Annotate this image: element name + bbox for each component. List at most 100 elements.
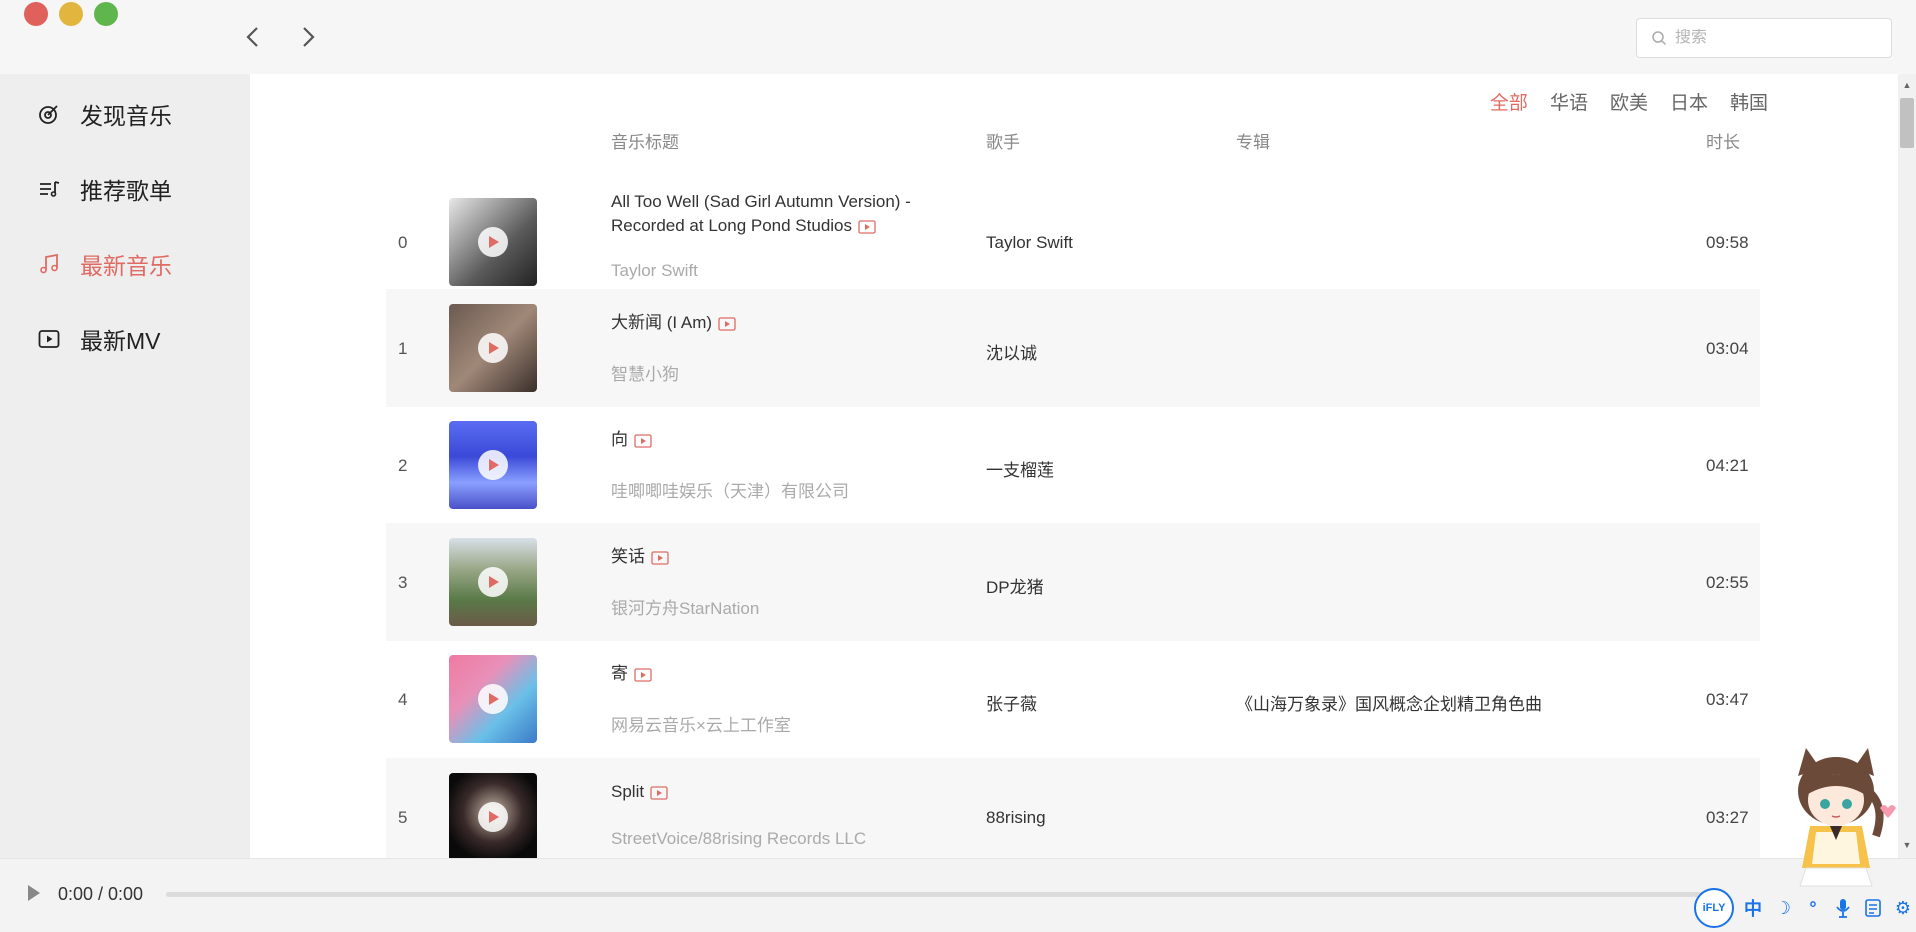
sidebar-item-label: 最新音乐 bbox=[80, 253, 172, 279]
album-cover[interactable] bbox=[449, 421, 537, 509]
back-button[interactable] bbox=[237, 22, 267, 52]
song-title[interactable]: Split bbox=[611, 780, 951, 804]
title-bar bbox=[0, 0, 1916, 74]
sidebar-item-new-music[interactable]: 最新音乐 bbox=[36, 244, 172, 284]
sidebar-item-label: 推荐歌单 bbox=[80, 178, 172, 204]
mv-icon[interactable] bbox=[718, 316, 736, 331]
search-input[interactable] bbox=[1675, 29, 1875, 47]
sidebar-item-playlists[interactable]: 推荐歌单 bbox=[36, 169, 172, 209]
sidebar-item-label: 发现音乐 bbox=[80, 103, 172, 129]
mv-icon[interactable] bbox=[650, 785, 668, 800]
filter-all[interactable]: 全部 bbox=[1490, 88, 1528, 115]
region-filter: 全部 华语 欧美 日本 韩国 bbox=[1490, 88, 1768, 115]
song-index: 0 bbox=[398, 233, 408, 252]
sidebar-item-label: 最新MV bbox=[80, 328, 161, 354]
song-index: 3 bbox=[398, 573, 408, 592]
song-subtitle: Taylor Swift bbox=[611, 261, 698, 280]
mv-icon[interactable] bbox=[634, 667, 652, 682]
song-artist[interactable]: DP龙猪 bbox=[986, 573, 1044, 598]
song-title[interactable]: 寄 bbox=[611, 662, 951, 686]
search-icon bbox=[1652, 31, 1667, 46]
song-album[interactable]: 《山海万象录》国风概念企划精卫角色曲 bbox=[1236, 690, 1542, 715]
song-subtitle: 哇唧唧哇娱乐（天津）有限公司 bbox=[611, 482, 849, 501]
album-cover[interactable] bbox=[449, 304, 537, 392]
album-cover[interactable] bbox=[449, 655, 537, 743]
song-subtitle: 智慧小狗 bbox=[611, 365, 679, 384]
song-title-text: 向 bbox=[611, 430, 628, 449]
playlist-icon bbox=[36, 176, 62, 202]
moon-icon[interactable]: ☽ bbox=[1772, 897, 1794, 919]
mascot-character[interactable] bbox=[1776, 736, 1896, 896]
scroll-down-arrow-icon[interactable]: ▼ bbox=[1902, 840, 1912, 850]
song-artist[interactable]: 沈以诚 bbox=[986, 339, 1037, 364]
song-title-text: Split bbox=[611, 782, 645, 801]
song-row[interactable]: 2 向 哇唧唧哇娱乐（天津）有限公司 一支榴莲 04:21 bbox=[386, 406, 1760, 524]
song-duration: 03:47 bbox=[1706, 690, 1749, 709]
play-button[interactable] bbox=[26, 883, 46, 907]
maximize-window-button[interactable] bbox=[94, 2, 118, 26]
song-artist[interactable]: Taylor Swift bbox=[986, 233, 1073, 253]
song-artist[interactable]: 88rising bbox=[986, 808, 1046, 828]
column-header-album: 专辑 bbox=[1236, 133, 1270, 152]
song-row[interactable]: 0 All Too Well (Sad Girl Autumn Version)… bbox=[386, 183, 1760, 301]
song-duration: 03:27 bbox=[1706, 808, 1749, 827]
song-title[interactable]: 大新闻 (I Am) bbox=[611, 311, 951, 335]
mv-icon[interactable] bbox=[651, 550, 669, 565]
song-title[interactable]: All Too Well (Sad Girl Autumn Version) -… bbox=[611, 190, 951, 238]
audio-player: 0:00 / 0:00 bbox=[0, 858, 1916, 932]
song-index: 5 bbox=[398, 808, 408, 827]
punctuation-icon[interactable]: ° bbox=[1802, 897, 1824, 919]
filter-korea[interactable]: 韩国 bbox=[1730, 88, 1768, 115]
song-title[interactable]: 笑话 bbox=[611, 545, 951, 569]
song-row[interactable]: 5 Split StreetVoice/88rising Records LLC… bbox=[386, 758, 1760, 858]
sidebar-item-discover[interactable]: 发现音乐 bbox=[36, 94, 172, 134]
song-duration: 03:04 bbox=[1706, 339, 1749, 358]
filter-chinese[interactable]: 华语 bbox=[1550, 88, 1588, 115]
ime-logo[interactable]: iFLY bbox=[1694, 888, 1734, 928]
song-subtitle: StreetVoice/88rising Records LLC bbox=[611, 829, 867, 848]
main-content: 全部 华语 欧美 日本 韩国 音乐标题 歌手 专辑 时长 0 All Too W… bbox=[250, 74, 1900, 858]
play-overlay-icon bbox=[478, 227, 508, 257]
song-row[interactable]: 3 笑话 银河方舟StarNation DP龙猪 02:55 bbox=[386, 523, 1760, 641]
minimize-window-button[interactable] bbox=[59, 2, 83, 26]
forward-button[interactable] bbox=[294, 22, 324, 52]
play-icon bbox=[28, 885, 40, 901]
album-cover[interactable] bbox=[449, 773, 537, 858]
song-artist[interactable]: 一支榴莲 bbox=[986, 456, 1054, 481]
sidebar: 发现音乐 推荐歌单 最新音乐 最新MV bbox=[0, 74, 250, 858]
sidebar-item-new-mv[interactable]: 最新MV bbox=[36, 319, 161, 359]
play-overlay-icon bbox=[478, 684, 508, 714]
filter-western[interactable]: 欧美 bbox=[1610, 88, 1648, 115]
song-row[interactable]: 1 大新闻 (I Am) 智慧小狗 沈以诚 03:04 bbox=[386, 289, 1760, 407]
progress-bar[interactable] bbox=[166, 892, 1726, 897]
keyboard-icon[interactable] bbox=[1862, 897, 1884, 919]
music-note-icon bbox=[36, 251, 62, 277]
vertical-scrollbar[interactable]: ▲ ▼ bbox=[1898, 74, 1916, 858]
microphone-icon[interactable] bbox=[1832, 897, 1854, 919]
song-index: 4 bbox=[398, 690, 408, 709]
gear-icon[interactable]: ⚙ bbox=[1892, 897, 1914, 919]
scroll-up-arrow-icon[interactable]: ▲ bbox=[1902, 80, 1912, 90]
album-cover[interactable] bbox=[449, 198, 537, 286]
song-title-text: 笑话 bbox=[611, 547, 645, 566]
close-window-button[interactable] bbox=[24, 2, 48, 26]
chevron-right-icon bbox=[303, 27, 315, 47]
song-duration: 02:55 bbox=[1706, 573, 1749, 592]
ime-toolbar: iFLY 中 ☽ ° ⚙ bbox=[1690, 888, 1916, 928]
song-index: 2 bbox=[398, 456, 408, 475]
album-cover[interactable] bbox=[449, 538, 537, 626]
song-row[interactable]: 4 寄 网易云音乐×云上工作室 张子薇 《山海万象录》国风概念企划精卫角色曲 0… bbox=[386, 640, 1760, 758]
column-header-duration: 时长 bbox=[1706, 133, 1740, 152]
song-title[interactable]: 向 bbox=[611, 428, 951, 452]
target-icon bbox=[36, 101, 62, 127]
song-artist[interactable]: 张子薇 bbox=[986, 690, 1037, 715]
play-overlay-icon bbox=[478, 802, 508, 832]
filter-japan[interactable]: 日本 bbox=[1670, 88, 1708, 115]
scrollbar-thumb[interactable] bbox=[1900, 98, 1914, 148]
ime-mode-toggle[interactable]: 中 bbox=[1742, 897, 1764, 919]
chevron-left-icon bbox=[246, 27, 258, 47]
mv-icon[interactable] bbox=[858, 219, 876, 234]
song-duration: 04:21 bbox=[1706, 456, 1749, 475]
mv-icon[interactable] bbox=[634, 433, 652, 448]
search-box[interactable] bbox=[1636, 18, 1892, 58]
